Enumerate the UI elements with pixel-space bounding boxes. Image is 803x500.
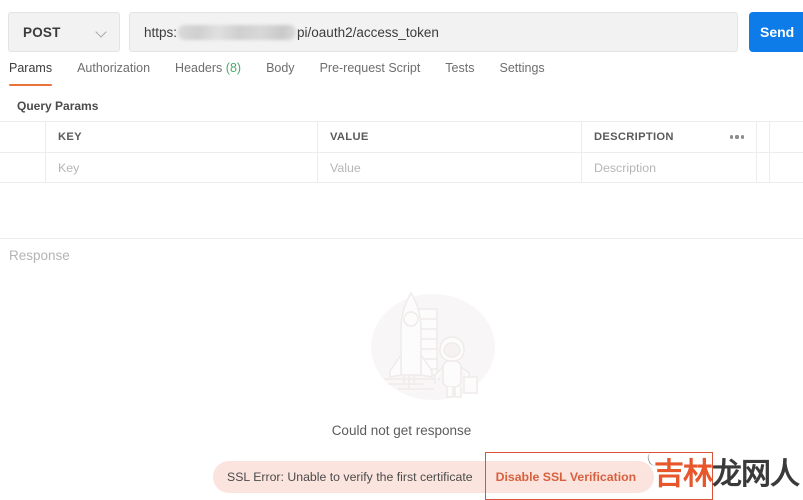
url-input[interactable]: https: pi/oauth2/access_token [129,12,738,52]
send-button[interactable]: Send [749,12,803,52]
ellipsis-horizontal-icon[interactable] [729,135,756,139]
column-header-value: VALUE [318,122,582,152]
request-tabs: Params Authorization Headers (8) Body Pr… [0,61,803,90]
tab-headers[interactable]: Headers (8) [175,61,241,83]
header-tail-cell [757,122,770,152]
ssl-error-message: SSL Error: Unable to verify the first ce… [227,470,473,484]
tab-authorization-label: Authorization [77,61,151,75]
table-header-row: KEY VALUE DESCRIPTION [0,121,803,152]
params-blank-area [0,184,803,238]
chevron-down-icon [97,27,108,38]
row-value-input[interactable]: Value [318,153,582,182]
header-end-cell [770,122,803,152]
column-header-key: KEY [46,122,318,152]
tab-params[interactable]: Params [9,61,53,87]
row-description-input[interactable]: Description [582,153,757,182]
tab-tests[interactable]: Tests [445,61,474,83]
postman-request-window: POST https: pi/oauth2/access_token Send … [0,0,803,500]
table-row[interactable]: Key Value Description [0,152,803,183]
url-suffix: pi/oauth2/access_token [297,24,439,40]
header-checkbox-cell [0,122,46,152]
banner-divider [484,467,486,487]
tab-pre-request-script-label: Pre-request Script [319,61,421,75]
empty-response-message: Could not get response [331,423,472,438]
url-redacted-blur [178,24,297,40]
tab-headers-count: (8) [225,61,242,75]
query-params-title: Query Params [17,99,99,113]
tab-settings-label: Settings [499,61,545,75]
panel-divider [0,238,803,239]
url-prefix: https: [144,24,178,40]
tab-pre-request-script[interactable]: Pre-request Script [320,61,421,83]
http-method-select[interactable]: POST [8,12,120,52]
url-text: https: pi/oauth2/access_token [144,24,439,40]
request-url-bar: POST https: pi/oauth2/access_token Send [0,10,803,54]
tab-params-label: Params [9,61,53,75]
disable-ssl-verification-button[interactable]: Disable SSL Verification [496,470,649,484]
row-end-cell [770,153,803,182]
ssl-error-banner: SSL Error: Unable to verify the first ce… [213,461,655,493]
tab-headers-label: Headers [175,61,223,75]
http-method-label: POST [23,24,61,40]
rocket-astronaut-illustration [368,285,498,407]
tab-body[interactable]: Body [266,61,295,83]
tab-body-label: Body [266,61,295,75]
column-header-description-cell: DESCRIPTION [582,122,757,152]
column-header-description: DESCRIPTION [594,131,674,143]
query-params-table: KEY VALUE DESCRIPTION Key Value Descript… [0,121,803,183]
tab-authorization[interactable]: Authorization [77,61,150,83]
row-key-input[interactable]: Key [46,153,318,182]
row-checkbox-cell[interactable] [0,153,46,182]
response-label: Response [9,248,70,263]
row-tail-cell [757,153,770,182]
tab-tests-label: Tests [445,61,475,75]
tab-settings[interactable]: Settings [499,61,544,83]
